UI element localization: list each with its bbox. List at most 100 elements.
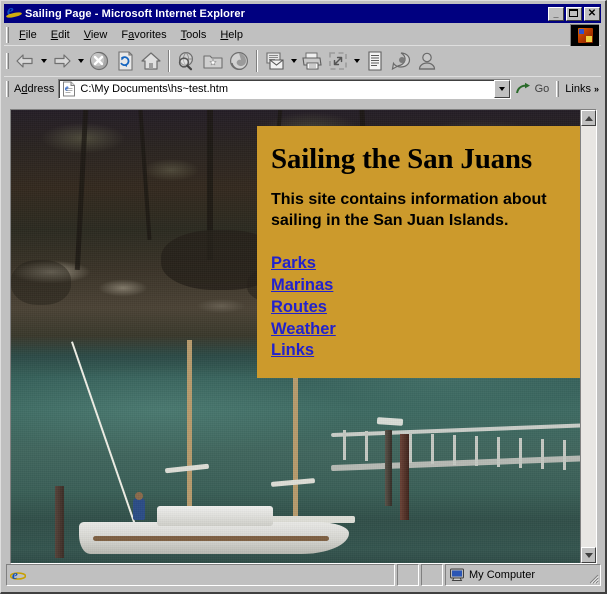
browser-content-frame: Sailing the San Juans This site contains… [10,109,597,564]
address-toolbar: Address e Go Links [4,76,601,101]
menu-item-edit[interactable]: Edit [44,27,77,43]
person-on-deck [133,492,145,520]
menu-drag-grip[interactable] [6,26,9,43]
html-document-icon: e [61,81,77,97]
menu-item-file[interactable]: File [12,27,44,43]
chevron-down-icon [353,59,360,63]
menu-item-tools[interactable]: Tools [174,27,214,43]
page-link-weather[interactable]: Weather [271,319,336,341]
svg-text:e: e [65,84,69,93]
page-content-box: Sailing the San Juans This site contains… [257,126,580,378]
back-dropdown-button[interactable] [38,48,49,74]
forward-button[interactable] [49,48,75,74]
history-button[interactable] [226,48,252,74]
chevron-double-right-icon: » [593,84,599,94]
go-button[interactable]: Go [511,78,555,100]
address-field-wrapper[interactable]: e [58,79,511,99]
page-link-list: Parks Marinas Routes Weather Links [271,253,571,362]
person-bust-icon [418,52,436,70]
page-title: Sailing the San Juans [271,143,532,175]
links-label: Links [565,83,591,95]
refresh-page-icon [118,51,133,71]
favorites-button[interactable] [200,48,226,74]
home-house-icon [141,52,161,70]
status-bar: e My Computer [6,564,601,586]
internet-explorer-icon [6,6,22,22]
menu-bar: File Edit View Favorites Tools Help [4,24,601,46]
profile-button[interactable] [414,48,440,74]
stop-x-circle-icon [89,51,109,71]
links-button[interactable]: Links » [562,78,601,100]
window-controls: _ ✕ [548,6,600,21]
window-title: Sailing Page - Microsoft Internet Explor… [25,7,245,20]
menu-item-help[interactable]: Help [213,27,250,43]
discuss-button[interactable] [362,48,388,74]
main-toolbar [4,45,601,76]
toolbar-separator [168,50,170,72]
svg-text:e: e [12,567,18,582]
edit-dropdown-button[interactable] [351,48,362,74]
favorites-folder-star-icon [203,55,223,69]
internet-explorer-icon: e [9,567,27,583]
chevron-down-icon [498,87,505,91]
address-input[interactable] [80,82,494,96]
page-link-routes[interactable]: Routes [271,297,327,319]
chevron-down-icon [77,59,84,63]
dock-gangway [330,410,580,550]
ie-animated-logo-icon [570,24,599,46]
close-button[interactable]: ✕ [584,6,600,21]
title-bar[interactable]: Sailing Page - Microsoft Internet Explor… [4,4,601,23]
resize-grip[interactable] [587,572,599,584]
scrollbar-track[interactable] [581,126,596,547]
mail-button[interactable] [262,48,288,74]
search-globe-magnifier-icon [178,51,194,71]
refresh-button[interactable] [112,48,138,74]
fullscreen-resize-icon [329,52,347,70]
computer-monitor-icon [449,568,465,582]
chevron-down-icon [40,59,47,63]
vertical-scrollbar[interactable] [580,110,596,563]
go-label: Go [534,83,550,95]
address-drag-grip[interactable] [6,81,9,97]
scroll-up-button[interactable] [581,110,596,126]
scroll-up-arrow-icon [584,115,593,121]
page-link-links[interactable]: Links [271,340,314,362]
home-button[interactable] [138,48,164,74]
address-label: Address [14,83,55,95]
document-lines-icon [368,51,382,71]
mail-envelope-icon [266,52,284,70]
go-arrow-icon [515,82,530,93]
status-panel-2 [397,564,419,586]
menu-item-favorites[interactable]: Favorites [114,27,173,43]
security-zone-label: My Computer [469,569,536,581]
security-zone-panel[interactable]: My Computer [445,564,601,586]
page-description: This site contains information about sai… [271,191,547,229]
messenger-button[interactable] [388,48,414,74]
chevron-down-icon [290,59,297,63]
edit-button[interactable] [325,48,351,74]
history-clock-swirl-icon [230,52,248,70]
scroll-down-button[interactable] [581,547,596,563]
forward-dropdown-button[interactable] [75,48,86,74]
menu-item-view[interactable]: View [77,27,115,43]
toolbar-drag-grip[interactable] [6,53,9,69]
page-link-parks[interactable]: Parks [271,253,316,275]
printer-icon [302,52,322,70]
page-viewport: Sailing the San Juans This site contains… [11,110,580,563]
links-drag-grip[interactable] [556,81,560,97]
minimize-button[interactable]: _ [548,6,564,21]
toolbar-separator [256,50,258,72]
address-dropdown-button[interactable] [493,80,510,98]
mail-dropdown-button[interactable] [288,48,299,74]
stop-button[interactable] [86,48,112,74]
window-inner-frame: Sailing Page - Microsoft Internet Explor… [2,2,603,590]
scroll-down-arrow-icon [584,552,593,558]
maximize-button[interactable] [566,6,582,21]
back-button[interactable] [12,48,38,74]
search-button[interactable] [174,48,200,74]
status-panel-3 [421,564,443,586]
print-button[interactable] [299,48,325,74]
page-link-marinas[interactable]: Marinas [271,275,333,297]
arrow-right-icon [54,54,71,68]
status-message-panel: e [6,564,395,586]
